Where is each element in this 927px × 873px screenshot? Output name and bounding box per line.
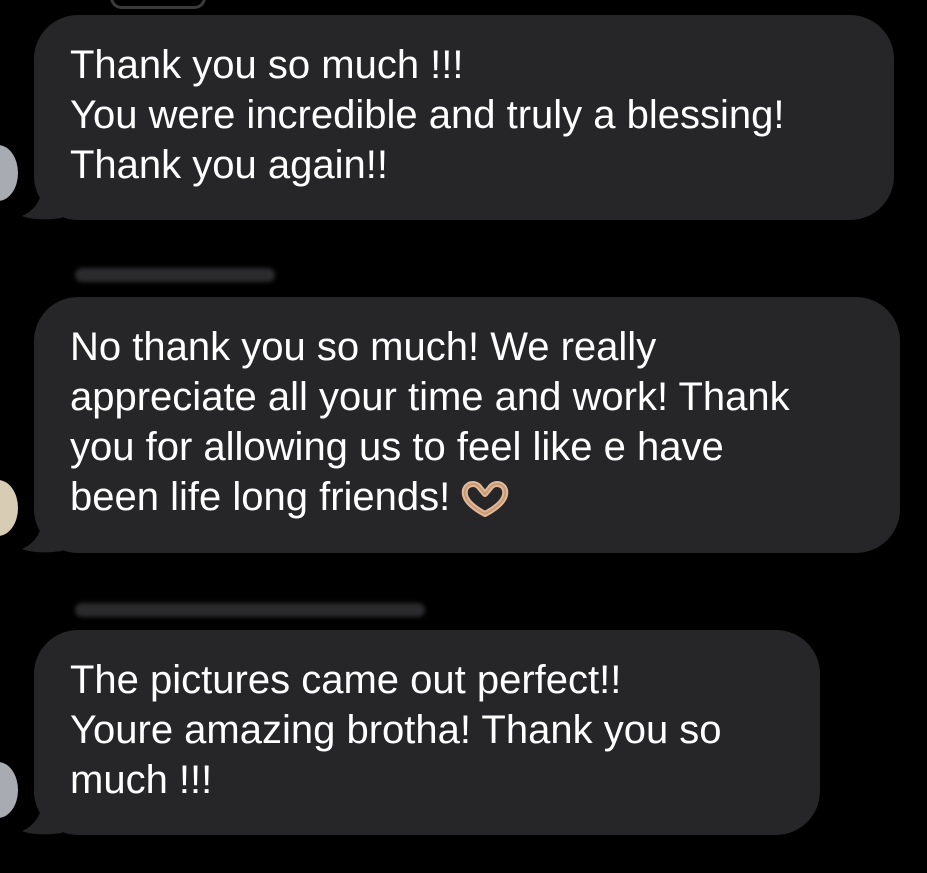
message-line: No thank you so much! We really — [70, 325, 657, 369]
redacted-sender-name — [75, 268, 275, 282]
sender-avatar[interactable] — [0, 145, 18, 201]
previous-message-fragment — [110, 0, 206, 9]
message-line: appreciate all your time and work! Thank — [70, 375, 790, 419]
message-line: You were incredible and truly a blessing… — [70, 93, 785, 137]
sender-avatar[interactable] — [0, 762, 18, 818]
message-bubble[interactable]: Thank you so much !!! You were incredibl… — [34, 15, 894, 220]
message-line: The pictures came out perfect!! — [70, 658, 622, 702]
redacted-sender-name — [75, 603, 425, 617]
heart-hands-icon — [462, 481, 509, 518]
sender-avatar[interactable] — [0, 480, 18, 536]
message-line: Youre amazing brotha! Thank you so — [70, 708, 722, 752]
message-line: Thank you so much !!! — [70, 43, 464, 87]
message-line: you for allowing us to feel like e have — [70, 425, 724, 469]
message-thread: Thank you so much !!! You were incredibl… — [0, 0, 927, 873]
message-line: been life long friends! — [70, 475, 451, 519]
message-bubble[interactable]: No thank you so much! We really apprecia… — [34, 297, 900, 553]
message-bubble[interactable]: The pictures came out perfect!! Youre am… — [34, 630, 820, 835]
message-line: Thank you again!! — [70, 143, 388, 187]
message-line-with-emoji: been life long friends! — [70, 472, 864, 522]
message-line: much !!! — [70, 758, 213, 802]
